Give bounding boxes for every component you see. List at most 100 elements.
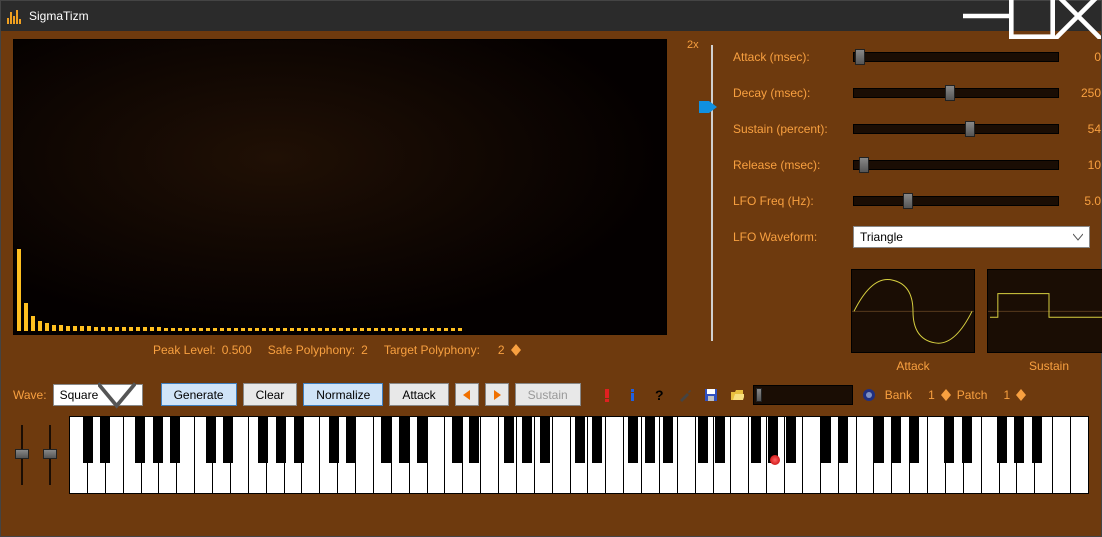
black-key[interactable] xyxy=(100,417,110,463)
sustain-button[interactable]: Sustain xyxy=(515,383,581,406)
black-key[interactable] xyxy=(452,417,462,463)
maximize-button[interactable] xyxy=(1009,1,1055,31)
speaker-button[interactable] xyxy=(859,383,879,406)
normalize-button[interactable]: Normalize xyxy=(303,383,383,406)
target-polyphony-stepper[interactable] xyxy=(511,344,521,356)
param-value: 250 xyxy=(1071,86,1101,100)
black-key[interactable] xyxy=(1032,417,1042,463)
white-key[interactable] xyxy=(803,417,821,493)
black-key[interactable] xyxy=(399,417,409,463)
white-key[interactable] xyxy=(606,417,624,493)
pitch-wheel[interactable] xyxy=(13,425,31,485)
black-key[interactable] xyxy=(592,417,602,463)
bank-stepper[interactable] xyxy=(941,389,951,401)
black-key[interactable] xyxy=(575,417,585,463)
settings-button[interactable] xyxy=(675,383,695,406)
white-key[interactable] xyxy=(1053,417,1071,493)
param-slider-0[interactable] xyxy=(853,48,1059,66)
mod-wheel[interactable] xyxy=(41,425,59,485)
black-key[interactable] xyxy=(381,417,391,463)
black-key[interactable] xyxy=(329,417,339,463)
white-key[interactable] xyxy=(302,417,320,493)
white-key[interactable] xyxy=(678,417,696,493)
black-key[interactable] xyxy=(135,417,145,463)
attack-wave-preview xyxy=(851,269,975,353)
param-slider-4[interactable] xyxy=(853,192,1059,210)
piano-keyboard[interactable] xyxy=(69,416,1089,494)
generate-button[interactable]: Generate xyxy=(161,383,237,406)
volume-slider[interactable] xyxy=(753,385,853,405)
white-key[interactable] xyxy=(857,417,875,493)
info-button[interactable] xyxy=(623,383,643,406)
slider-thumb-icon[interactable] xyxy=(756,388,762,402)
status-line: Peak Level: 0.500 Safe Polyphony: 2 Targ… xyxy=(13,335,679,357)
black-key[interactable] xyxy=(276,417,286,463)
param-value: 5.0 xyxy=(1071,194,1101,208)
black-key[interactable] xyxy=(997,417,1007,463)
minimize-button[interactable] xyxy=(963,1,1009,31)
save-button[interactable] xyxy=(701,383,721,406)
black-key[interactable] xyxy=(540,417,550,463)
black-key[interactable] xyxy=(504,417,514,463)
open-button[interactable] xyxy=(727,383,747,406)
arrow-right-button[interactable] xyxy=(485,383,509,406)
black-key[interactable] xyxy=(206,417,216,463)
attack-preview-label: Attack xyxy=(851,359,975,373)
black-key[interactable] xyxy=(715,417,725,463)
black-key[interactable] xyxy=(170,417,180,463)
black-key[interactable] xyxy=(874,417,884,463)
black-key[interactable] xyxy=(83,417,93,463)
param-slider-3[interactable] xyxy=(853,156,1059,174)
black-key[interactable] xyxy=(223,417,233,463)
wave-dropdown[interactable]: Square xyxy=(53,384,143,406)
black-key[interactable] xyxy=(522,417,532,463)
black-key[interactable] xyxy=(891,417,901,463)
black-key[interactable] xyxy=(751,417,761,463)
black-key[interactable] xyxy=(944,417,954,463)
param-slider-1[interactable] xyxy=(853,84,1059,102)
white-key[interactable] xyxy=(231,417,249,493)
param-slider-2[interactable] xyxy=(853,120,1059,138)
target-polyphony-label: Target Polyphony: xyxy=(384,343,480,357)
black-key[interactable] xyxy=(663,417,673,463)
wave-value: Square xyxy=(60,388,99,402)
white-key[interactable] xyxy=(428,417,446,493)
black-key[interactable] xyxy=(1014,417,1024,463)
white-key[interactable] xyxy=(356,417,374,493)
arrow-left-button[interactable] xyxy=(455,383,479,406)
harmonic-zoom-slider[interactable]: 2x xyxy=(703,39,723,373)
clear-button[interactable]: Clear xyxy=(243,383,298,406)
slider-thumb-icon[interactable] xyxy=(699,101,717,113)
black-key[interactable] xyxy=(645,417,655,463)
app-icon xyxy=(7,8,23,24)
black-key[interactable] xyxy=(417,417,427,463)
black-key[interactable] xyxy=(628,417,638,463)
param-value: 54 xyxy=(1071,122,1101,136)
black-key[interactable] xyxy=(962,417,972,463)
black-key[interactable] xyxy=(294,417,304,463)
white-key[interactable] xyxy=(731,417,749,493)
white-key[interactable] xyxy=(553,417,571,493)
black-key[interactable] xyxy=(258,417,268,463)
black-key[interactable] xyxy=(698,417,708,463)
help-button[interactable]: ? xyxy=(649,383,669,406)
black-key[interactable] xyxy=(821,417,831,463)
black-key[interactable] xyxy=(346,417,356,463)
patch-stepper[interactable] xyxy=(1016,389,1026,401)
black-key[interactable] xyxy=(469,417,479,463)
lfo-waveform-label: LFO Waveform: xyxy=(733,230,841,244)
black-key[interactable] xyxy=(153,417,163,463)
close-button[interactable] xyxy=(1055,1,1101,31)
panic-button[interactable] xyxy=(597,383,617,406)
white-key[interactable] xyxy=(1071,417,1088,493)
white-key[interactable] xyxy=(481,417,499,493)
safe-polyphony-value: 2 xyxy=(361,343,368,357)
lfo-waveform-dropdown[interactable]: Triangle xyxy=(853,226,1090,248)
param-value: 0 xyxy=(1071,50,1101,64)
black-key[interactable] xyxy=(838,417,848,463)
spectrum-display[interactable] xyxy=(13,39,667,335)
black-key[interactable] xyxy=(786,417,796,463)
black-key[interactable] xyxy=(909,417,919,463)
peak-label: Peak Level: xyxy=(153,343,216,357)
attack-button[interactable]: Attack xyxy=(389,383,448,406)
